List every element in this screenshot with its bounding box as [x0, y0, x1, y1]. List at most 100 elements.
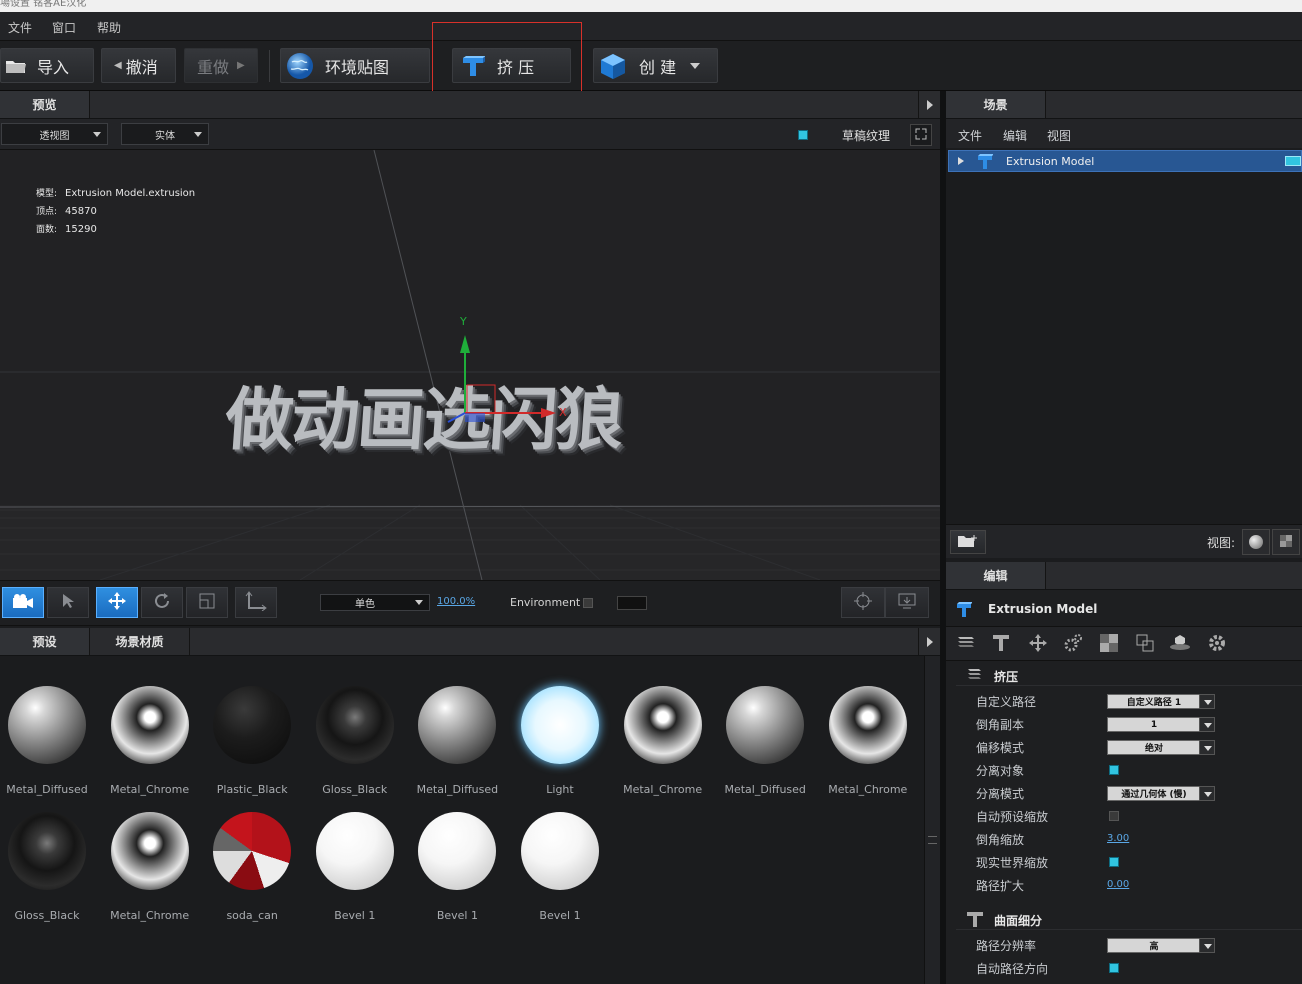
material-swatch[interactable]: Gloss_Black: [0, 812, 97, 922]
scale-tool-button[interactable]: [186, 587, 228, 618]
view-mode-select[interactable]: 透视图: [1, 123, 108, 145]
menu-window[interactable]: 窗口: [52, 19, 76, 36]
import-button[interactable]: 导入: [0, 48, 94, 83]
rotate-tool-button[interactable]: [141, 587, 183, 618]
material-label: Light: [546, 783, 574, 796]
uv-props-tab[interactable]: [1134, 633, 1156, 655]
expand-arrow-icon[interactable]: [958, 157, 964, 165]
camera-tool-button[interactable]: [2, 587, 44, 618]
material-swatch[interactable]: Bevel 1: [305, 812, 405, 922]
tab-preview-label: 预览: [32, 98, 57, 112]
select-tool-button[interactable]: [47, 587, 89, 618]
create-button[interactable]: 创 建: [593, 48, 718, 83]
menu-help[interactable]: 帮助: [97, 19, 121, 36]
environment-color-swatch[interactable]: [617, 596, 647, 610]
extrude-prop-number[interactable]: 0.00: [1107, 879, 1129, 890]
chevron-down-icon: [690, 62, 701, 69]
scene-menu-edit[interactable]: 编辑: [1003, 127, 1027, 144]
tab-scene[interactable]: 场景: [946, 91, 1046, 118]
view-mode-value: 透视图: [39, 130, 70, 142]
panel-collapse-button[interactable]: [918, 628, 940, 655]
surface-prop-checkbox[interactable]: [1109, 963, 1119, 973]
extrude-prop-checkbox[interactable]: [1109, 811, 1119, 821]
material-swatch[interactable]: Metal_Chrome: [818, 686, 918, 796]
tab-edit[interactable]: 编辑: [946, 562, 1046, 589]
material-label: Metal_Diffused: [6, 783, 88, 796]
3d-viewport[interactable]: 模型: Extrusion Model.extrusion 顶点: 45870 面数…: [0, 150, 940, 580]
material-preview-sphere: [315, 812, 394, 890]
checker-icon: [1100, 633, 1118, 655]
extrude-prop-checkbox[interactable]: [1109, 765, 1119, 775]
bevel-icon: [966, 910, 984, 931]
redo-button[interactable]: 重做 ▶: [184, 48, 258, 83]
tab-scene-materials[interactable]: 场景材质: [90, 628, 190, 655]
material-label: Metal_Chrome: [828, 783, 908, 796]
extrude-prop-number[interactable]: 3.00: [1107, 833, 1129, 844]
extrude-prop-select[interactable]: 自定义路径 1: [1107, 694, 1215, 709]
draft-texture-checkbox[interactable]: [798, 130, 808, 140]
view-shaded-button[interactable]: [1242, 529, 1270, 555]
material-swatch[interactable]: Metal_Diffused: [407, 686, 507, 796]
material-swatch[interactable]: Metal_Diffused: [715, 686, 815, 796]
material-swatch[interactable]: Metal_Chrome: [100, 812, 200, 922]
menu-file[interactable]: 文件: [8, 19, 32, 36]
material-preview-sphere: [110, 812, 189, 890]
material-swatch[interactable]: Plastic_Black: [202, 686, 302, 796]
chevron-down-icon[interactable]: [1199, 786, 1215, 801]
material-label: Gloss_Black: [14, 909, 80, 922]
material-swatch[interactable]: Light: [510, 686, 610, 796]
animate-props-tab[interactable]: [1062, 633, 1084, 655]
material-swatch[interactable]: Metal_Chrome: [613, 686, 713, 796]
material-swatch[interactable]: Gloss_Black: [305, 686, 405, 796]
pointer-icon: [62, 593, 74, 612]
chevron-down-icon[interactable]: [1199, 938, 1215, 953]
undo-button[interactable]: ◀ 撤消: [101, 48, 176, 83]
settings-props-tab[interactable]: [1206, 633, 1228, 655]
shadow-props-tab[interactable]: [1169, 633, 1191, 655]
chevron-down-icon[interactable]: [1199, 717, 1215, 732]
materials-scrollbar[interactable]: [924, 656, 940, 984]
material-swatch[interactable]: Metal_Chrome: [100, 686, 200, 796]
material-label: Gloss_Black: [322, 783, 388, 796]
view-material-button[interactable]: [1272, 529, 1300, 555]
material-swatch[interactable]: Bevel 1: [510, 812, 610, 922]
material-props-tab[interactable]: [1098, 633, 1120, 655]
tab-preview[interactable]: 预览: [0, 91, 90, 118]
chevron-down-icon[interactable]: [1199, 740, 1215, 755]
extrude-prop-checkbox[interactable]: [1109, 857, 1119, 867]
surface-prop-select[interactable]: 高: [1107, 938, 1215, 953]
extrude-prop-select[interactable]: 1: [1107, 717, 1215, 732]
color-mode-select[interactable]: 单色: [320, 594, 430, 611]
transform-gizmo[interactable]: [0, 150, 940, 580]
grip-icon: [928, 836, 937, 844]
extrude-section-title: 挤压: [994, 670, 1019, 684]
material-swatch[interactable]: Bevel 1: [407, 812, 507, 922]
bevel-props-tab[interactable]: [990, 633, 1012, 655]
visibility-toggle[interactable]: [1285, 156, 1301, 166]
scene-menu-view[interactable]: 视图: [1047, 127, 1071, 144]
add-folder-button[interactable]: [950, 530, 986, 554]
material-preview-sphere: [315, 686, 394, 764]
transform-props-tab[interactable]: [1027, 633, 1049, 655]
reset-view-button[interactable]: [841, 587, 885, 618]
material-swatch[interactable]: Metal_Diffused: [0, 686, 97, 796]
render-preview-button[interactable]: [885, 587, 929, 618]
move-tool-button[interactable]: [96, 587, 138, 618]
environment-checkbox[interactable]: [583, 598, 593, 608]
panel-collapse-button[interactable]: [918, 91, 940, 118]
maximize-view-button[interactable]: [910, 124, 932, 146]
chevron-down-icon[interactable]: [1199, 694, 1215, 709]
scene-menu-file[interactable]: 文件: [958, 127, 982, 144]
axis-tool-button[interactable]: [235, 587, 277, 618]
render-mode-select[interactable]: 实体: [121, 123, 209, 145]
tab-presets[interactable]: 预设: [0, 628, 90, 655]
rotate-icon: [152, 591, 172, 614]
scene-tree-item[interactable]: Extrusion Model: [948, 150, 1302, 172]
extrude-prop-select[interactable]: 通过几何体 (慢): [1107, 786, 1215, 801]
material-swatch[interactable]: soda_can: [202, 812, 302, 922]
material-label: Metal_Chrome: [623, 783, 703, 796]
extrude-prop-select[interactable]: 绝对: [1107, 740, 1215, 755]
zoom-value[interactable]: 100.0%: [437, 596, 475, 607]
environment-map-button[interactable]: 环境贴图: [280, 48, 430, 83]
extrude-props-tab[interactable]: [955, 633, 977, 655]
